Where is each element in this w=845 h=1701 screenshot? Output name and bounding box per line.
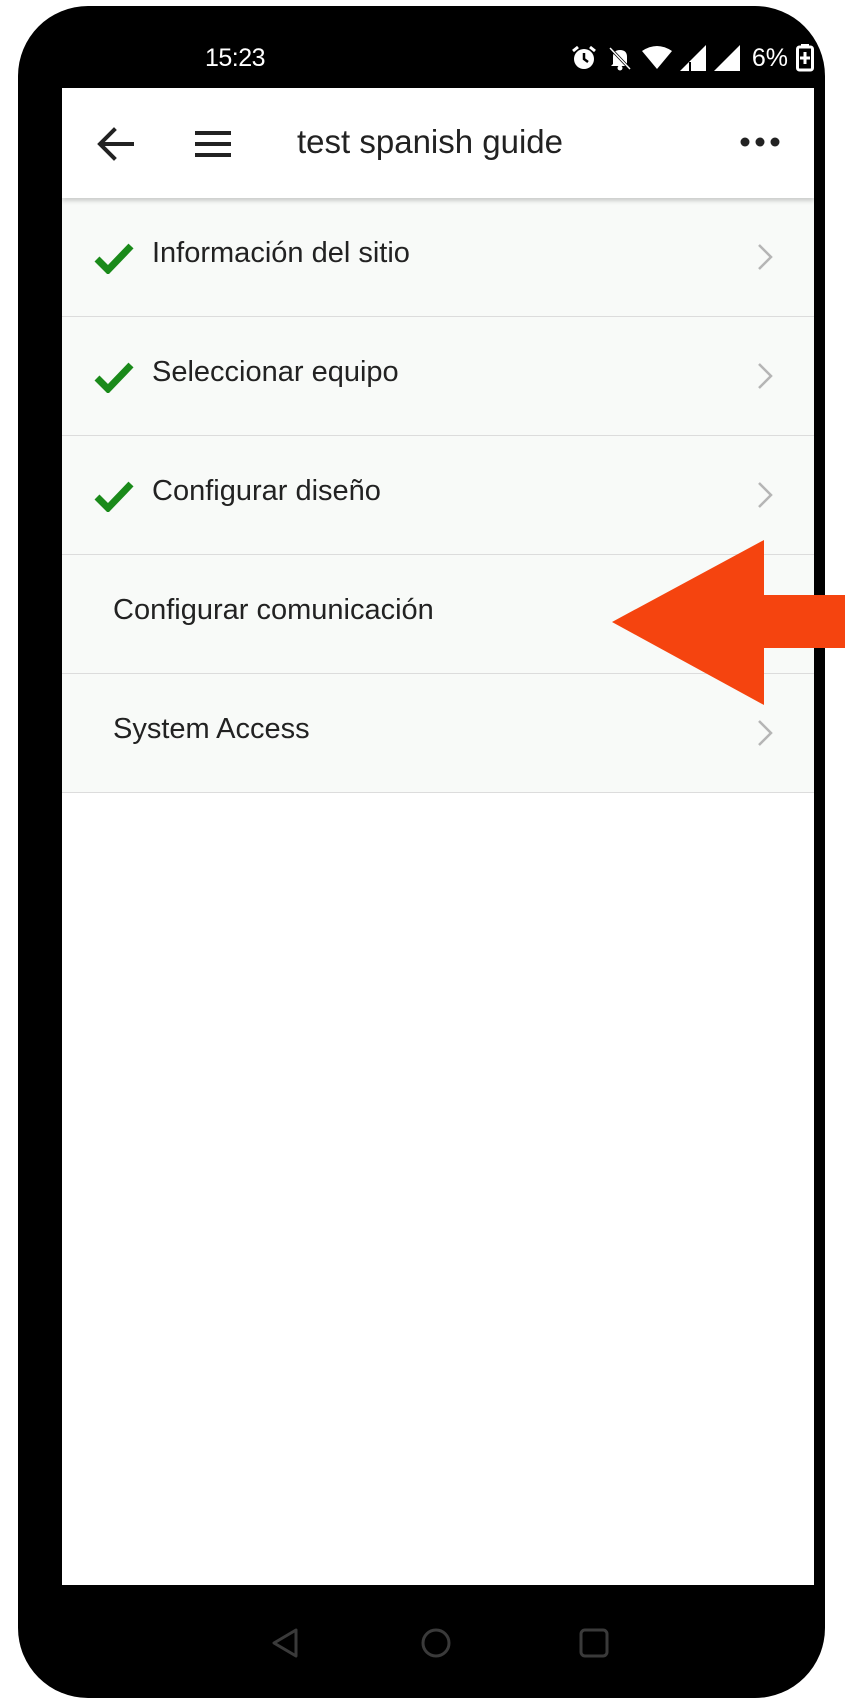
step-label: Seleccionar equipo [152,356,399,388]
step-label: Información del sitio [152,237,410,269]
page-title: test spanish guide [297,123,564,160]
step-label: Configurar diseño [152,475,381,507]
nav-back-icon[interactable] [270,1627,300,1659]
chevron-right-icon [756,718,774,748]
bell-off-icon [606,44,634,72]
check-icon [94,242,134,276]
signal-icon-2 [713,45,740,71]
battery-level: 6% [751,43,788,72]
step-row-informacion-del-sitio[interactable]: Información del sitio [62,198,814,317]
signal-icon [679,45,706,71]
annotation-arrow-icon [612,540,845,705]
nav-home-icon[interactable] [420,1627,452,1659]
step-row-configurar-diseno[interactable]: Configurar diseño [62,436,814,555]
back-arrow-icon[interactable] [96,126,136,162]
nav-recents-icon[interactable] [578,1627,610,1659]
hamburger-menu-icon[interactable] [193,128,233,160]
chevron-right-icon [756,242,774,272]
chevron-right-icon [756,361,774,391]
chevron-right-icon [756,480,774,510]
check-icon [94,361,134,395]
alarm-icon [570,44,598,72]
step-label: System Access [113,713,310,745]
step-label: Configurar comunicación [113,594,434,626]
system-nav-bar [62,1585,814,1695]
battery-charging-icon [796,44,814,72]
step-row-seleccionar-equipo[interactable]: Seleccionar equipo [62,317,814,436]
app-bar: test spanish guide [62,88,814,198]
app-screen: test spanish guide Información del sitio… [62,88,814,1585]
more-options-icon[interactable] [740,134,780,150]
status-bar: 15:23 6% [62,30,814,86]
status-time: 15:23 [205,44,266,72]
check-icon [94,480,134,514]
wifi-icon [641,45,672,71]
